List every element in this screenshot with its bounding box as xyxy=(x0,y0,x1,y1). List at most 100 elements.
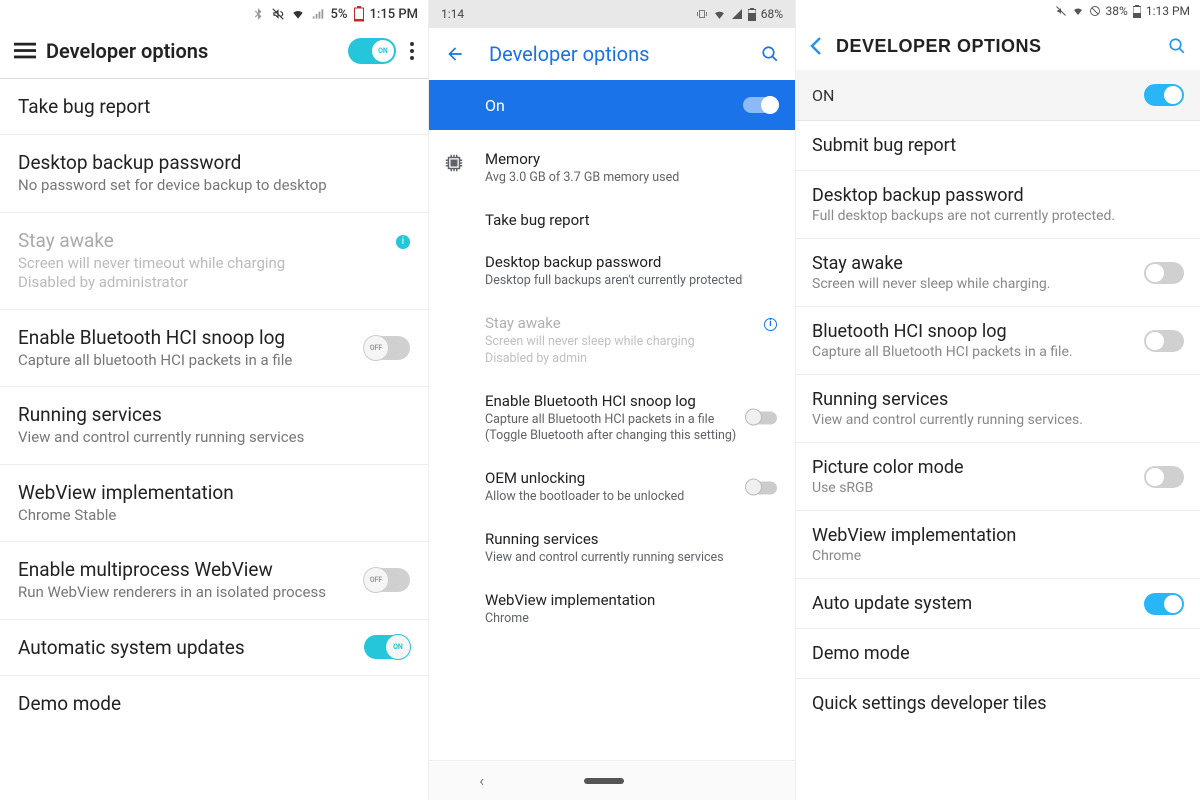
toggle-knob: ON xyxy=(372,40,394,62)
vibrate-icon xyxy=(696,8,708,20)
row-subtitle: Screen will never sleep while charging. xyxy=(812,276,1184,292)
toggle-knob xyxy=(761,96,779,114)
row-subtitle: No password set for device backup to des… xyxy=(18,176,410,196)
battery-icon xyxy=(354,6,364,22)
master-toggle-row[interactable]: ON xyxy=(796,70,1200,121)
toggle-switch[interactable] xyxy=(1144,593,1184,615)
toggle-switch[interactable] xyxy=(747,481,777,494)
row-subtitle: Screen will never timeout while charging… xyxy=(18,254,410,293)
toggle-knob xyxy=(1146,264,1164,282)
back-icon[interactable] xyxy=(810,36,822,56)
row-stay-awake[interactable]: Stay awake Screen will never sleep while… xyxy=(796,239,1200,307)
row-subtitle: Capture all bluetooth HCI packets in a f… xyxy=(18,351,356,371)
settings-list: Memory Avg 3.0 GB of 3.7 GB memory used … xyxy=(429,130,795,640)
row-title: Automatic system updates xyxy=(18,636,410,659)
toggle-switch[interactable] xyxy=(747,412,777,425)
row-running-services[interactable]: Running services View and control curren… xyxy=(0,387,428,465)
search-icon[interactable] xyxy=(761,45,779,63)
info-icon[interactable]: i xyxy=(396,235,410,249)
row-running-services[interactable]: Running services View and control curren… xyxy=(429,518,795,579)
row-picture-color[interactable]: Picture color mode Use sRGB xyxy=(796,443,1200,511)
row-backup-password[interactable]: Desktop backup password Full desktop bac… xyxy=(796,171,1200,239)
row-bt-hci[interactable]: Enable Bluetooth HCI snoop log Capture a… xyxy=(429,380,795,458)
row-oem-unlock[interactable]: OEM unlocking Allow the bootloader to be… xyxy=(429,457,795,518)
row-bt-hci[interactable]: Bluetooth HCI snoop log Capture all Blue… xyxy=(796,307,1200,375)
toggle-switch[interactable] xyxy=(1144,262,1184,284)
row-title: Demo mode xyxy=(18,692,410,715)
row-webview-impl[interactable]: WebView implementation Chrome Stable xyxy=(0,465,428,543)
battery-icon xyxy=(1133,5,1141,18)
home-nav-icon[interactable] xyxy=(584,778,624,784)
row-title: Desktop backup password xyxy=(812,185,1184,206)
toggle-knob xyxy=(1146,468,1164,486)
back-nav-icon[interactable]: ‹ xyxy=(479,771,484,790)
row-multiprocess-webview[interactable]: Enable multiprocess WebView Run WebView … xyxy=(0,542,428,620)
row-subtitle: Capture all Bluetooth HCI packets in a f… xyxy=(485,412,737,446)
row-subtitle: View and control currently running servi… xyxy=(485,550,777,567)
battery-percent: 38% xyxy=(1106,4,1128,18)
row-subtitle: View and control currently running servi… xyxy=(18,428,410,448)
row-title: Quick settings developer tiles xyxy=(812,693,1184,714)
toggle-knob xyxy=(1164,86,1182,104)
row-subtitle: Use sRGB xyxy=(812,480,1184,496)
app-bar: Developer options ON xyxy=(0,28,428,78)
clock: 1:15 PM xyxy=(370,7,419,22)
row-demo-mode[interactable]: Demo mode xyxy=(796,629,1200,679)
bluetooth-icon xyxy=(251,7,265,21)
toggle-switch[interactable]: OFF xyxy=(364,568,410,592)
row-bt-hci[interactable]: Enable Bluetooth HCI snoop log Capture a… xyxy=(0,310,428,388)
row-webview-impl[interactable]: WebView implementation Chrome xyxy=(429,579,795,640)
row-demo-mode[interactable]: Demo mode xyxy=(0,676,428,731)
row-title: Stay awake xyxy=(18,229,410,252)
info-icon[interactable]: i xyxy=(764,318,777,331)
master-toggle[interactable] xyxy=(743,97,777,113)
row-title: Enable Bluetooth HCI snoop log xyxy=(485,392,737,410)
more-icon[interactable] xyxy=(410,42,414,60)
back-icon[interactable] xyxy=(445,44,465,64)
row-bug-report[interactable]: Take bug report xyxy=(0,79,428,135)
row-title: Picture color mode xyxy=(812,457,1184,478)
master-toggle[interactable]: ON xyxy=(348,38,396,64)
on-label: ON xyxy=(812,86,1144,105)
page-title: Developer options xyxy=(489,42,761,66)
row-title: Bluetooth HCI snoop log xyxy=(812,321,1184,342)
menu-icon[interactable] xyxy=(14,42,36,60)
row-subtitle: Run WebView renderers in an isolated pro… xyxy=(18,583,356,603)
page-title: DEVELOPER OPTIONS xyxy=(836,36,1168,57)
master-toggle[interactable] xyxy=(1144,84,1184,106)
battery-icon xyxy=(748,8,756,21)
row-auto-update[interactable]: Auto update system xyxy=(796,579,1200,629)
toggle-switch[interactable]: OFF xyxy=(364,336,410,360)
toggle-switch[interactable] xyxy=(1144,330,1184,352)
row-title: Memory xyxy=(485,150,777,168)
status-bar: 38% 1:13 PM xyxy=(796,0,1200,22)
row-quick-settings-tiles[interactable]: Quick settings developer tiles xyxy=(796,679,1200,728)
phone-2: 1:14 68% Developer options On Memory Avg… xyxy=(428,0,796,800)
row-backup-password[interactable]: Desktop backup password Desktop full bac… xyxy=(429,241,795,302)
toggle-switch[interactable] xyxy=(1144,466,1184,488)
toggle-switch[interactable]: ON xyxy=(364,635,410,659)
row-title: Desktop backup password xyxy=(485,253,777,271)
row-bug-report[interactable]: Submit bug report xyxy=(796,121,1200,171)
row-stay-awake: Stay awake Screen will never timeout whi… xyxy=(0,213,428,310)
row-running-services[interactable]: Running services View and control curren… xyxy=(796,375,1200,443)
row-webview-impl[interactable]: WebView implementation Chrome xyxy=(796,511,1200,579)
row-title: WebView implementation xyxy=(18,481,410,504)
row-title: Stay awake xyxy=(812,253,1184,274)
toggle-knob xyxy=(1164,595,1182,613)
row-memory[interactable]: Memory Avg 3.0 GB of 3.7 GB memory used xyxy=(429,138,795,199)
master-toggle-row[interactable]: On xyxy=(429,80,795,130)
battery-percent: 68% xyxy=(761,7,783,21)
toggle-knob xyxy=(1146,332,1164,350)
row-bug-report[interactable]: Take bug report xyxy=(429,199,795,241)
wifi-icon xyxy=(1072,5,1084,17)
toggle-knob xyxy=(745,478,762,495)
row-title: OEM unlocking xyxy=(485,469,737,487)
row-subtitle: Capture all Bluetooth HCI packets in a f… xyxy=(812,344,1184,360)
row-auto-updates[interactable]: Automatic system updates ON xyxy=(0,620,428,676)
app-bar: Developer options xyxy=(429,28,795,80)
row-backup-password[interactable]: Desktop backup password No password set … xyxy=(0,135,428,213)
row-title: Running services xyxy=(18,403,410,426)
wifi-icon xyxy=(713,8,726,21)
search-icon[interactable] xyxy=(1168,37,1186,55)
